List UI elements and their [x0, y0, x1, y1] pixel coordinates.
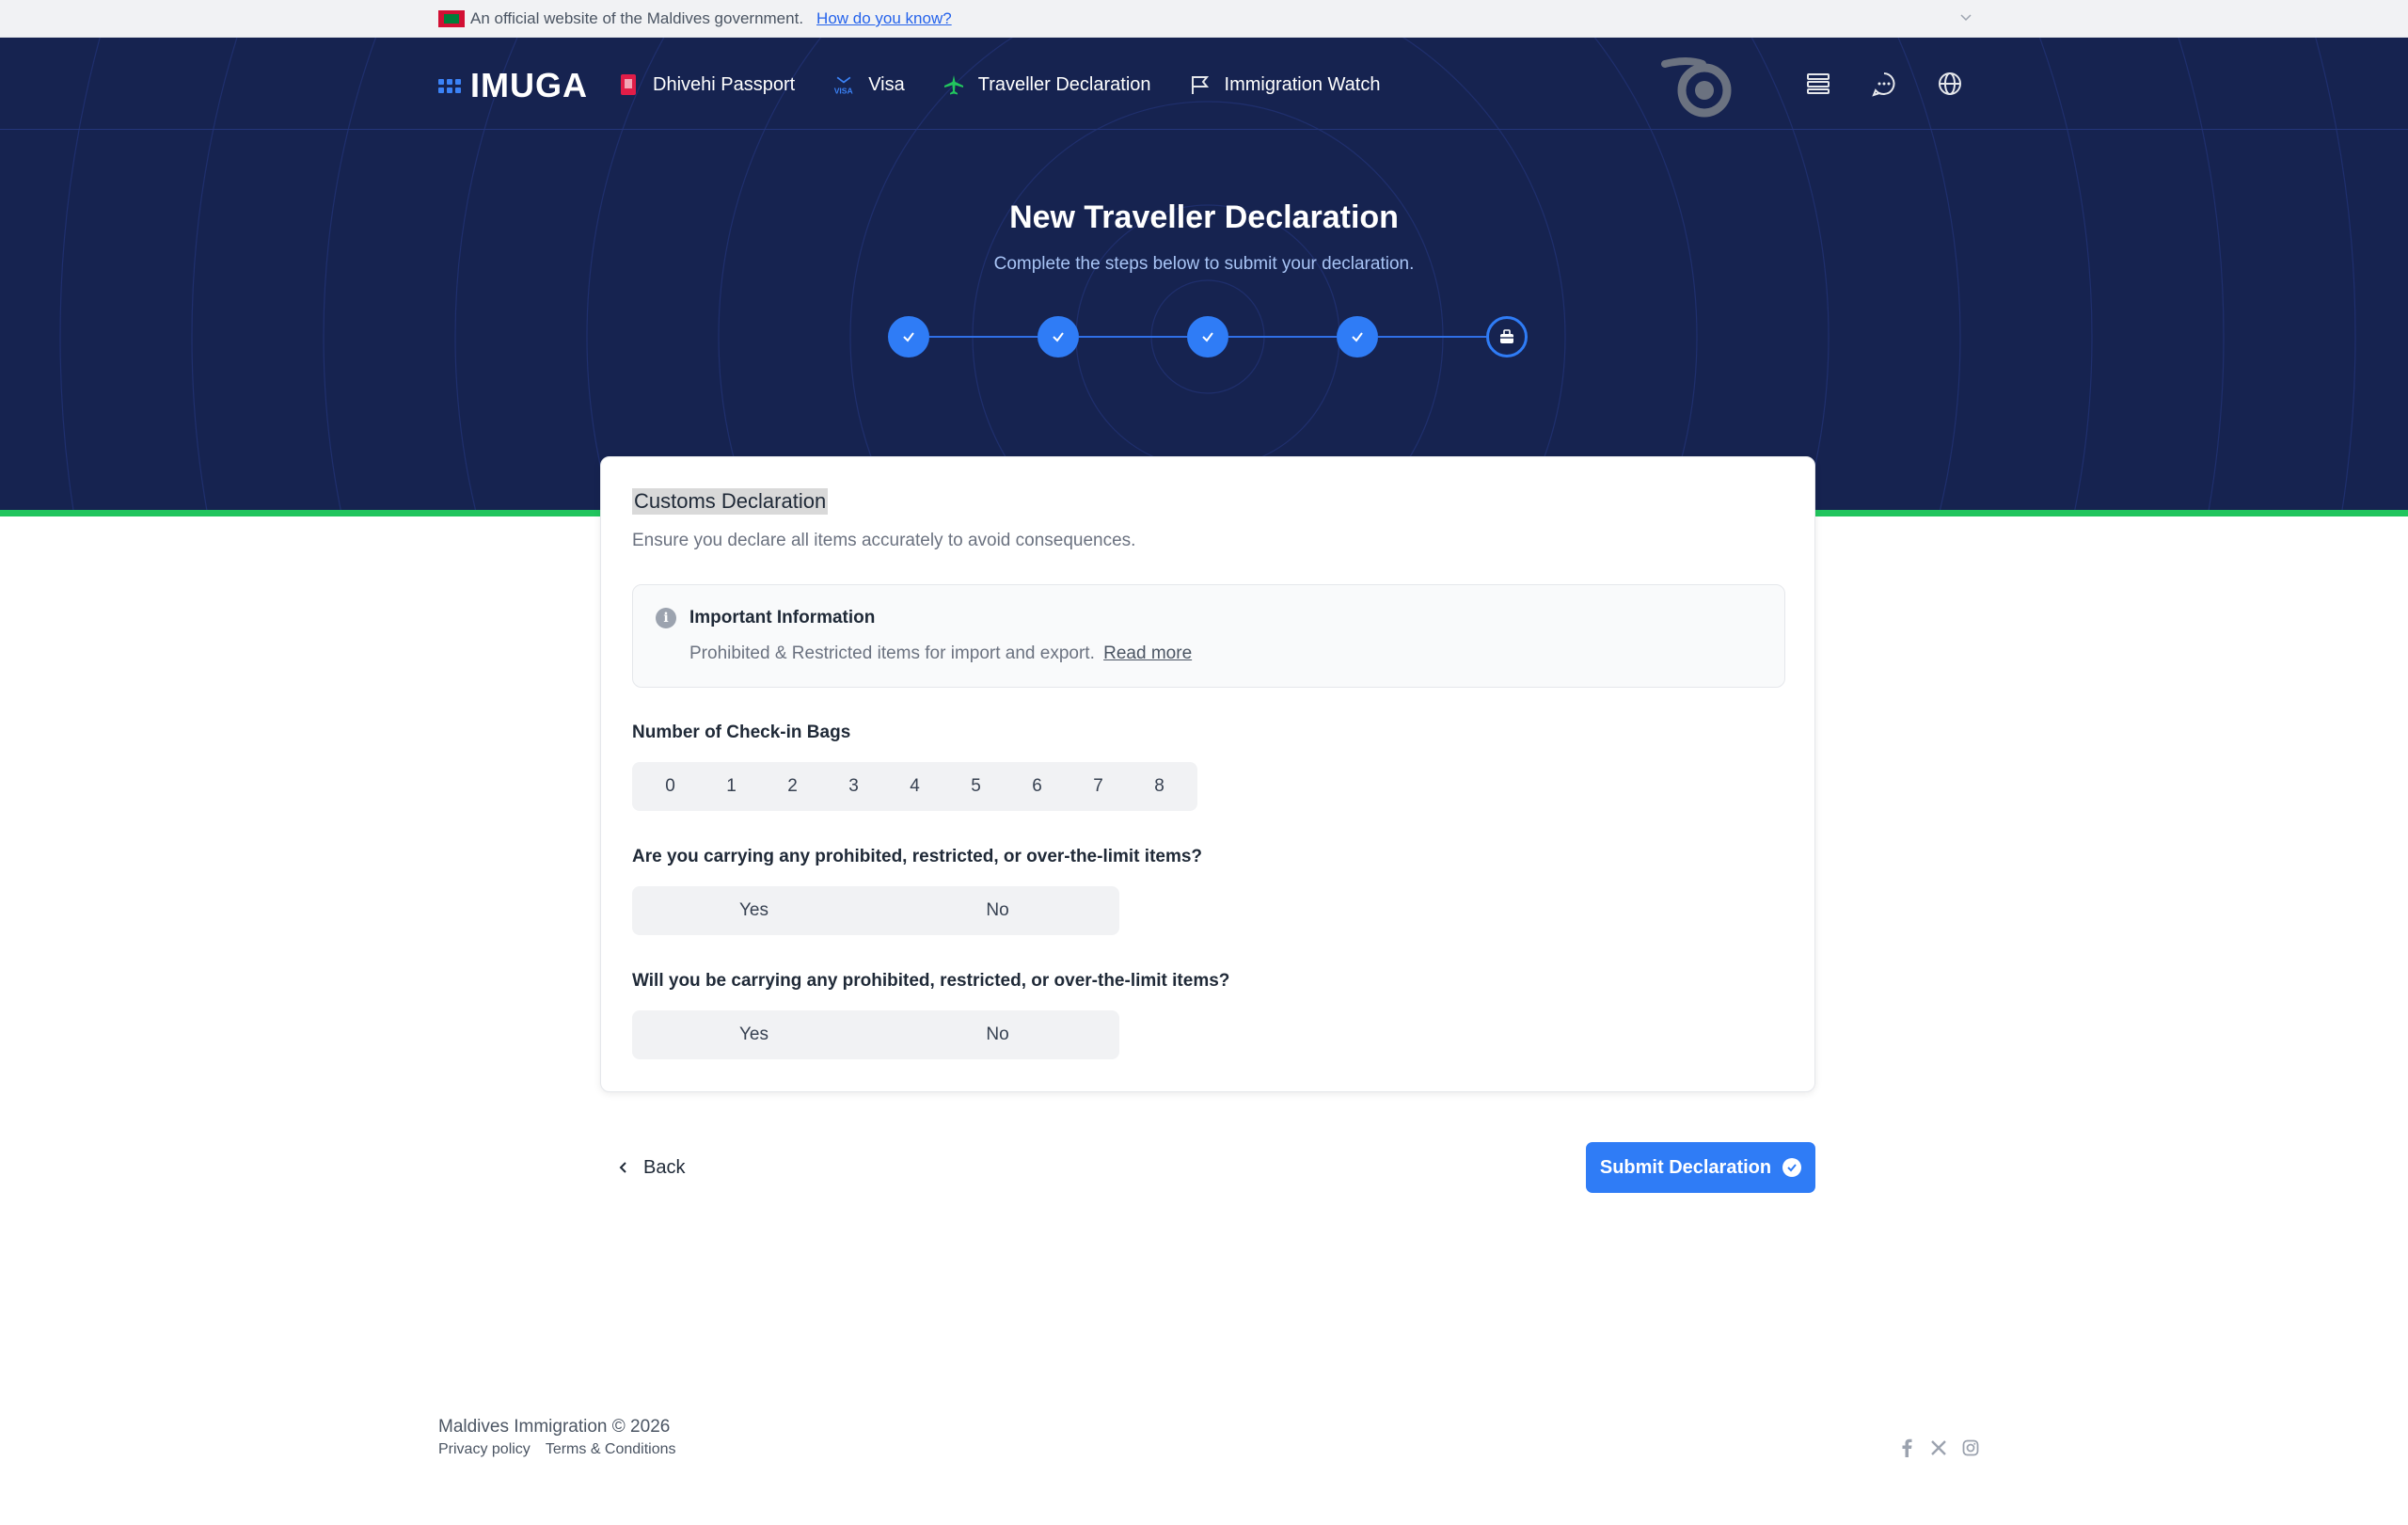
info-title: Important Information [689, 608, 876, 627]
question-will-carry-no[interactable]: No [876, 1010, 1119, 1059]
check-icon [1202, 332, 1213, 342]
question-carrying-yes[interactable]: Yes [632, 886, 876, 935]
step-connector [1378, 336, 1486, 338]
card-subtitle: Ensure you declare all items accurately … [632, 531, 1136, 550]
terms-conditions-link[interactable]: Terms & Conditions [546, 1441, 676, 1458]
globe-icon[interactable] [1930, 64, 1970, 103]
main-nav: Dhivehi Passport VISA Visa Traveller Dec… [617, 66, 1380, 103]
hero-section: IMUGA Dhivehi Passport VISA Visa Travell… [0, 38, 2408, 513]
menu-list-icon[interactable] [1798, 64, 1838, 103]
step-1-complete[interactable] [888, 316, 929, 357]
airplane-icon [943, 73, 965, 96]
read-more-link[interactable]: Read more [1103, 643, 1192, 663]
bags-label: Number of Check-in Bags [632, 723, 851, 742]
step-4-complete[interactable] [1337, 316, 1378, 357]
nav-visa[interactable]: VISA Visa [832, 66, 905, 103]
question-carrying-label: Are you carrying any prohibited, restric… [632, 847, 1203, 866]
bags-option-2[interactable]: 2 [762, 762, 823, 811]
logo-text: IMUGA [470, 66, 588, 104]
info-body: Prohibited & Restricted items for import… [689, 643, 1095, 663]
card-title: Customs Declaration [632, 488, 829, 515]
customs-declaration-card: Customs Declaration Ensure you declare a… [600, 456, 1815, 1092]
submit-declaration-button[interactable]: Submit Declaration [1586, 1142, 1815, 1193]
chevron-down-icon[interactable] [1956, 8, 1975, 26]
nav-traveller-declaration[interactable]: Traveller Declaration [943, 66, 1151, 103]
check-circle-icon [1782, 1158, 1802, 1177]
luggage-icon [1500, 329, 1513, 343]
question-carrying-toggle: Yes No [632, 886, 1119, 935]
passport-icon [617, 73, 640, 96]
info-icon: i [656, 608, 676, 628]
step-3-complete[interactable] [1187, 316, 1228, 357]
nav-label: Dhivehi Passport [653, 73, 796, 95]
nav-immigration-watch[interactable]: Immigration Watch [1189, 66, 1381, 103]
question-will-carry-label: Will you be carrying any prohibited, res… [632, 971, 1230, 991]
maldives-flag-icon [438, 10, 465, 27]
step-connector [1079, 336, 1187, 338]
step-connector [1228, 336, 1337, 338]
page-subtitle: Complete the steps below to submit your … [993, 254, 1415, 274]
back-button[interactable]: Back [617, 1150, 685, 1185]
step-connector [929, 336, 1038, 338]
bags-option-3[interactable]: 3 [823, 762, 884, 811]
nav-label: Immigration Watch [1224, 73, 1381, 95]
footer-copyright: Maldives Immigration © 2026 [438, 1417, 671, 1437]
x-icon[interactable] [1928, 1438, 1949, 1458]
progress-stepper [888, 316, 1528, 357]
check-icon [903, 332, 914, 342]
bags-option-1[interactable]: 1 [701, 762, 762, 811]
info-text: Prohibited & Restricted items for import… [689, 643, 1192, 664]
check-icon [1053, 332, 1064, 342]
chat-icon[interactable] [1864, 64, 1904, 103]
privacy-policy-link[interactable]: Privacy policy [438, 1441, 531, 1458]
flag-icon [1189, 73, 1212, 96]
question-will-carry-yes[interactable]: Yes [632, 1010, 876, 1059]
bags-selector: 0 1 2 3 4 5 6 7 8 [632, 762, 1197, 811]
check-icon [1352, 332, 1363, 342]
back-label: Back [643, 1156, 686, 1178]
step-2-complete[interactable] [1038, 316, 1079, 357]
question-carrying-no[interactable]: No [876, 886, 1119, 935]
top-navbar: IMUGA Dhivehi Passport VISA Visa Travell… [0, 38, 2408, 130]
submit-label: Submit Declaration [1599, 1156, 1772, 1178]
how-do-you-know-link[interactable]: How do you know? [816, 9, 952, 28]
nav-label: Visa [868, 73, 905, 95]
bags-option-4[interactable]: 4 [884, 762, 945, 811]
imuga-logo[interactable]: IMUGA [438, 66, 588, 105]
bags-option-7[interactable]: 7 [1068, 762, 1129, 811]
brand-emblem-icon [1661, 57, 1732, 118]
step-5-current[interactable] [1486, 316, 1528, 357]
nav-dhivehi-passport[interactable]: Dhivehi Passport [617, 66, 795, 103]
logo-dots-icon [438, 78, 461, 93]
page-title: New Traveller Declaration [1009, 199, 1399, 235]
svg-text:VISA: VISA [834, 86, 853, 95]
nav-label: Traveller Declaration [977, 73, 1151, 95]
social-links [1896, 1438, 1981, 1458]
nav-right-icons [1798, 64, 1970, 103]
visa-icon: VISA [832, 73, 855, 96]
footer-links: Privacy policy Terms & Conditions [438, 1441, 676, 1458]
important-info-box: i Important Information Prohibited & Res… [632, 584, 1785, 688]
bags-option-5[interactable]: 5 [945, 762, 1006, 811]
question-will-carry-toggle: Yes No [632, 1010, 1119, 1059]
bags-option-8[interactable]: 8 [1129, 762, 1190, 811]
bags-option-0[interactable]: 0 [640, 762, 701, 811]
gov-banner-text: An official website of the Maldives gove… [470, 9, 804, 27]
bags-option-6[interactable]: 6 [1006, 762, 1068, 811]
instagram-icon[interactable] [1960, 1438, 1981, 1458]
facebook-icon[interactable] [1896, 1438, 1917, 1458]
gov-banner: An official website of the Maldives gove… [0, 0, 2408, 38]
chevron-left-icon [619, 1162, 626, 1173]
